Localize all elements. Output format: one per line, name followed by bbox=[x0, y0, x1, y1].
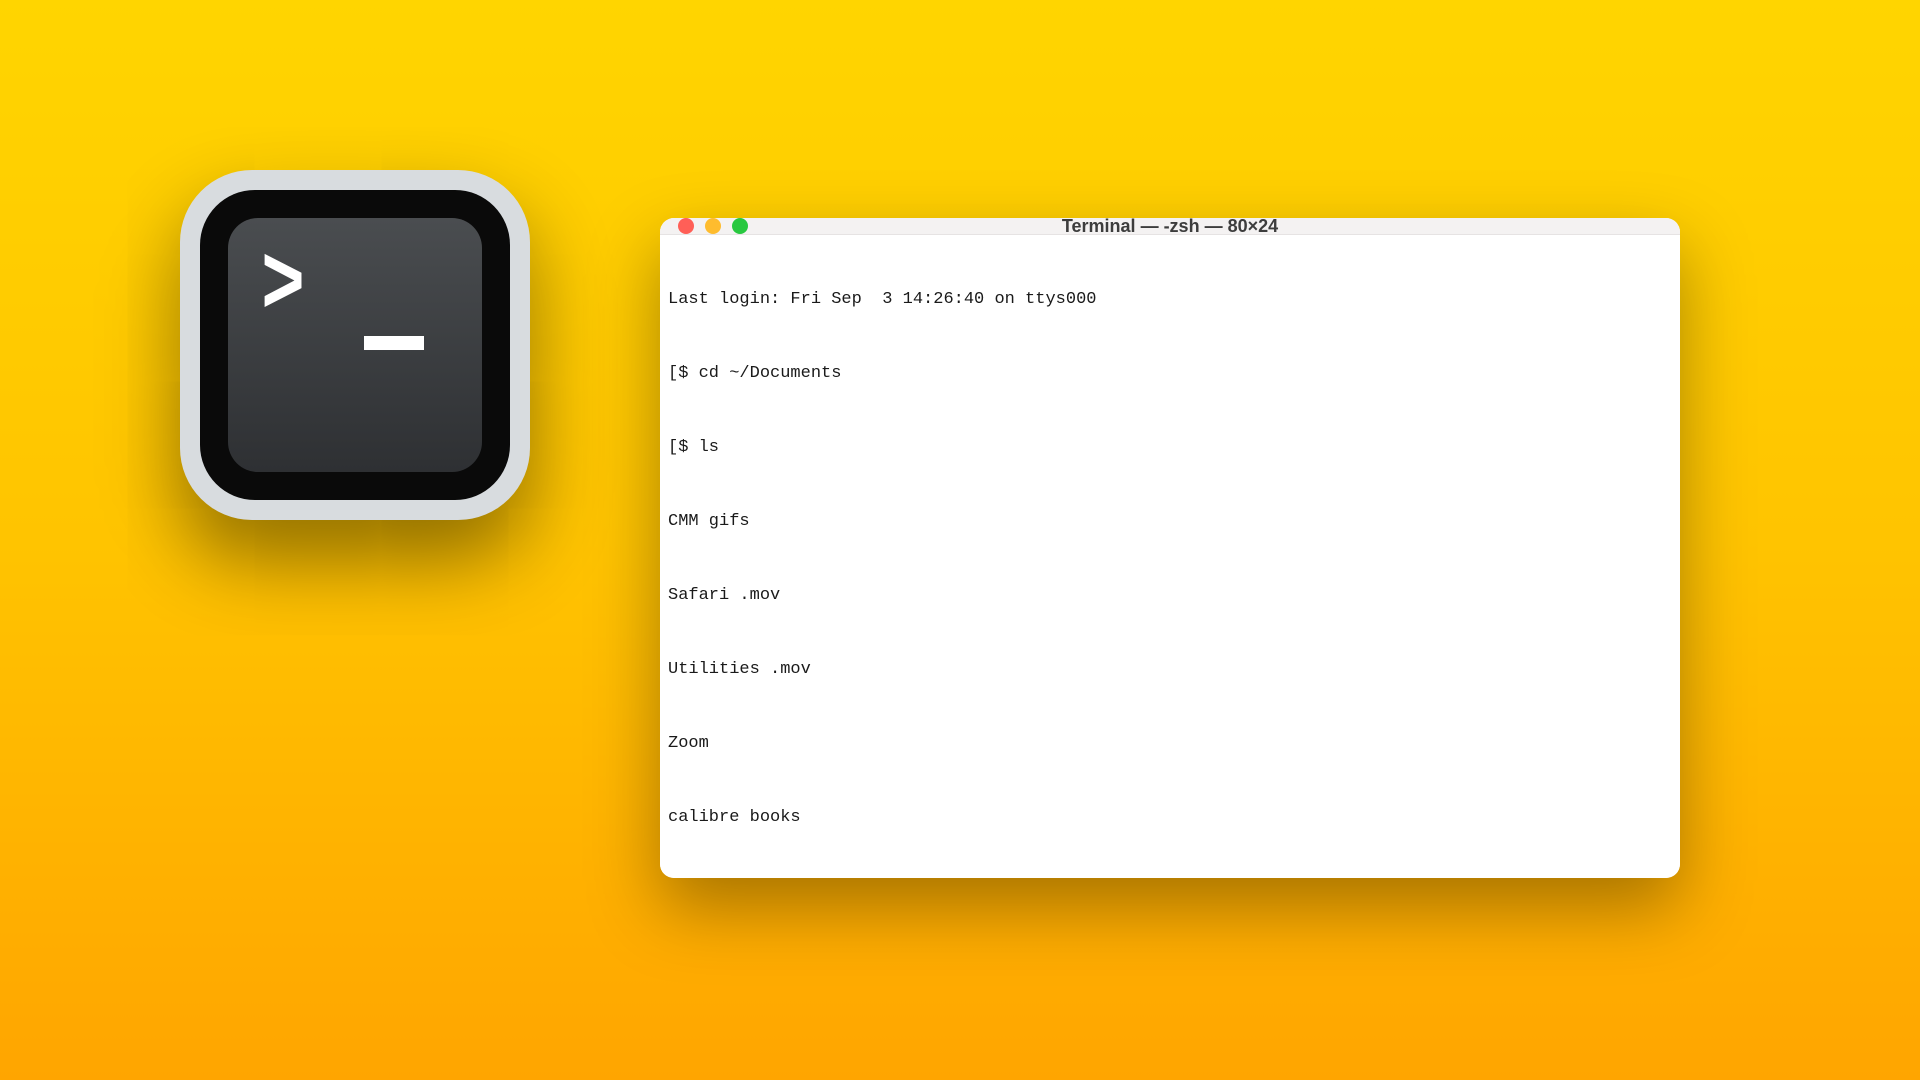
maximize-button[interactable] bbox=[732, 218, 748, 234]
terminal-line: [$ ls bbox=[668, 436, 1672, 461]
terminal-line: CMM gifs bbox=[668, 510, 1672, 535]
terminal-app-icon: > bbox=[180, 170, 530, 520]
window-titlebar[interactable]: Terminal — -zsh — 80×24 bbox=[660, 218, 1680, 235]
terminal-line: [$ cd ~/Documents bbox=[668, 362, 1672, 387]
prompt-icon: > bbox=[262, 254, 304, 324]
terminal-icon-frame: > bbox=[200, 190, 510, 500]
terminal-line: calibre books bbox=[668, 806, 1672, 831]
minimize-button[interactable] bbox=[705, 218, 721, 234]
traffic-lights bbox=[660, 218, 748, 234]
terminal-line: Utilities .mov bbox=[668, 658, 1672, 683]
terminal-output[interactable]: Last login: Fri Sep 3 14:26:40 on ttys00… bbox=[660, 235, 1680, 878]
close-button[interactable] bbox=[678, 218, 694, 234]
terminal-line: Safari .mov bbox=[668, 584, 1672, 609]
terminal-line: Last login: Fri Sep 3 14:26:40 on ttys00… bbox=[668, 288, 1672, 313]
terminal-window[interactable]: Terminal — -zsh — 80×24 Last login: Fri … bbox=[660, 218, 1680, 878]
terminal-icon-screen: > bbox=[228, 218, 482, 472]
window-title: Terminal — -zsh — 80×24 bbox=[660, 218, 1680, 237]
terminal-line: Zoom bbox=[668, 732, 1672, 757]
